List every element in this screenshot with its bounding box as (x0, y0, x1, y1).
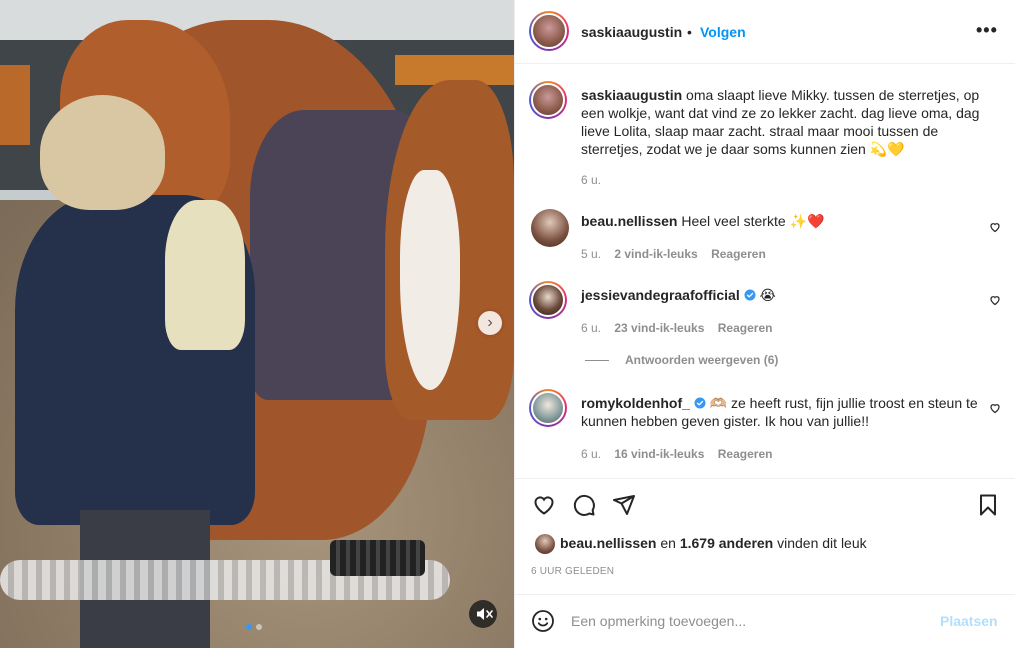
caption-time[interactable]: 6 u. (581, 173, 601, 187)
comment-body: jessievandegraafofficial 😭 (581, 286, 1001, 304)
carousel-dot-1 (246, 624, 252, 630)
liker-avatar (535, 534, 555, 554)
likes-connector: en (660, 535, 676, 551)
media-barn-plank-left (0, 65, 30, 145)
post-header: saskiaaugustin • Volgen ••• (515, 0, 1015, 64)
comment-username[interactable]: romykoldenhof_ (581, 395, 690, 411)
more-options-button[interactable]: ••• (976, 20, 998, 41)
comment-username[interactable]: jessievandegraafofficial (581, 287, 740, 303)
comment-bubble-icon[interactable] (572, 493, 596, 517)
media-child (165, 200, 245, 350)
comment-text: Heel veel sterkte ✨❤️ (681, 213, 825, 229)
caption-meta: 6 u. (581, 173, 611, 187)
header-separator: • (687, 24, 692, 40)
caption: saskiaaugustin oma slaapt lieve Mikky. t… (581, 86, 1001, 158)
likes-text: beau.nellissen en 1.679 anderen vinden d… (560, 535, 867, 551)
comment-likes[interactable]: 16 vind-ik-leuks (614, 447, 704, 461)
post-actions-bar (515, 478, 1015, 528)
comment-avatar[interactable] (529, 389, 567, 427)
comment-meta: 6 u. 23 vind-ik-leuks Reageren (581, 321, 782, 335)
comment-like-heart-icon[interactable] (989, 402, 1001, 414)
carousel-dots (246, 624, 262, 630)
comment-like-heart-icon[interactable] (989, 294, 1001, 306)
comment-likes[interactable]: 2 vind-ik-leuks (614, 247, 697, 261)
comment-time[interactable]: 6 u. (581, 447, 601, 461)
caption-username[interactable]: saskiaaugustin (581, 87, 682, 103)
post-media[interactable]: › (0, 0, 514, 648)
media-horse-blaze (400, 170, 460, 390)
heart-icon[interactable] (532, 493, 556, 517)
comment-text: 😭 (759, 287, 776, 303)
likes-others[interactable]: 1.679 anderen (680, 535, 773, 551)
post-timestamp[interactable]: 6 UUR GELEDEN (531, 566, 614, 577)
view-replies-button[interactable]: Antwoorden weergeven (6) (585, 353, 778, 367)
emoji-smile-icon[interactable] (531, 609, 555, 633)
verified-badge-icon (694, 397, 706, 409)
next-slide-button[interactable]: › (478, 311, 502, 335)
comment-username[interactable]: beau.nellissen (581, 213, 677, 229)
carousel-dot-2 (256, 624, 262, 630)
comment-meta: 5 u. 2 vind-ik-leuks Reageren (581, 247, 776, 261)
comment-avatar[interactable] (531, 209, 569, 247)
post-details-panel: saskiaaugustin • Volgen ••• saskiaaugust… (514, 0, 1015, 648)
author-avatar[interactable] (529, 11, 569, 51)
author-username[interactable]: saskiaaugustin (581, 24, 682, 40)
post-comment-button[interactable]: Plaatsen (940, 613, 998, 629)
mute-button[interactable] (469, 600, 497, 628)
comment-avatar[interactable] (529, 281, 567, 319)
view-replies-label: Antwoorden weergeven (6) (625, 353, 779, 367)
media-woman-hair (40, 95, 165, 210)
speaker-muted-icon (477, 608, 493, 620)
comment-body: romykoldenhof_ 🫶🏼 ze heeft rust, fijn ju… (581, 394, 1001, 430)
likes-summary[interactable]: beau.nellissen en 1.679 anderen vinden d… (515, 530, 1015, 558)
verified-badge-icon (744, 289, 756, 301)
comment-time[interactable]: 6 u. (581, 321, 601, 335)
likes-suffix: vinden dit leuk (777, 535, 867, 551)
chevron-right-icon: › (487, 314, 493, 331)
media-fence-handle (330, 540, 425, 576)
replies-divider (585, 360, 609, 362)
caption-avatar[interactable] (529, 81, 567, 119)
add-comment-bar: Plaatsen (515, 594, 1015, 648)
liked-by-username[interactable]: beau.nellissen (560, 535, 656, 551)
comment-like-heart-icon[interactable] (989, 221, 1001, 233)
comments-section[interactable]: saskiaaugustin oma slaapt lieve Mikky. t… (515, 65, 1015, 477)
comment-input[interactable] (571, 611, 931, 631)
comment-meta: 6 u. 16 vind-ik-leuks Reageren (581, 447, 782, 461)
comment-body: beau.nellissen Heel veel sterkte ✨❤️ (581, 212, 1001, 230)
comment-reply-button[interactable]: Reageren (718, 321, 773, 335)
follow-button[interactable]: Volgen (700, 24, 746, 40)
comment-likes[interactable]: 23 vind-ik-leuks (614, 321, 704, 335)
paper-plane-icon[interactable] (612, 493, 636, 517)
comment-time[interactable]: 5 u. (581, 247, 601, 261)
comment-reply-button[interactable]: Reageren (711, 247, 766, 261)
comment-reply-button[interactable]: Reageren (718, 447, 773, 461)
bookmark-icon[interactable] (976, 493, 1000, 517)
